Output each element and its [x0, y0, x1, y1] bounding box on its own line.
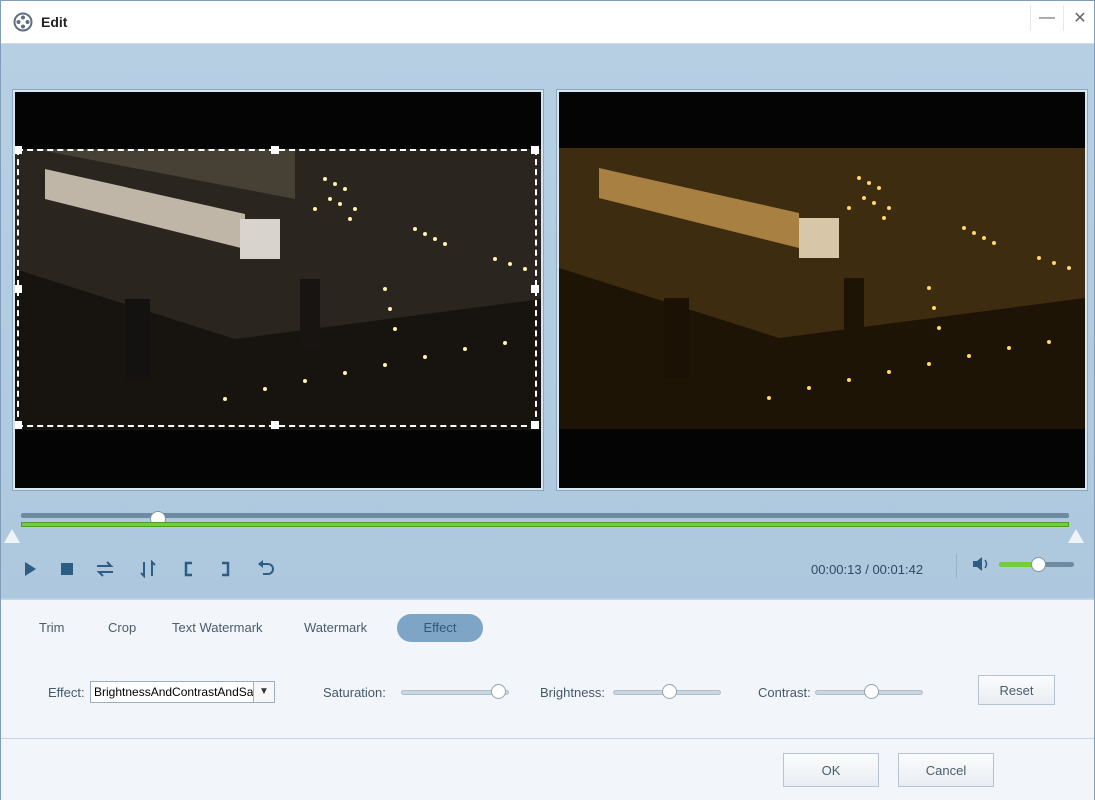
output-video-preview	[557, 90, 1087, 490]
edit-options-panel: Trim Crop Text Watermark Watermark Effec…	[1, 599, 1094, 800]
crop-handle-right[interactable]	[531, 285, 539, 293]
crop-handle-bottom-right[interactable]	[531, 421, 539, 429]
tab-text-watermark[interactable]: Text Watermark	[158, 614, 277, 642]
mark-in-icon	[182, 561, 194, 577]
swap-button[interactable]	[94, 558, 116, 580]
effect-select-value: BrightnessAndContrastAndSa	[94, 685, 254, 699]
flip-icon	[139, 560, 157, 578]
effect-select[interactable]: BrightnessAndContrastAndSa ▼	[90, 681, 275, 703]
stop-button[interactable]	[56, 558, 78, 580]
chevron-down-icon[interactable]: ▼	[253, 682, 274, 702]
brightness-knob[interactable]	[662, 684, 677, 699]
crop-handle-left[interactable]	[15, 285, 22, 293]
flip-button[interactable]	[137, 558, 159, 580]
volume-knob[interactable]	[1030, 557, 1046, 572]
play-icon	[22, 561, 38, 577]
mark-in-button[interactable]	[177, 558, 199, 580]
reset-button[interactable]: Reset	[978, 675, 1055, 705]
tab-crop[interactable]: Crop	[94, 614, 150, 642]
edit-window: Edit — ✕ 00:00:13 / 00:01:42 Trim Crop T…	[0, 0, 1095, 800]
title-bar: Edit — ✕	[1, 1, 1094, 44]
play-button[interactable]	[19, 558, 41, 580]
timeline[interactable]	[21, 510, 1071, 532]
brightness-slider[interactable]	[613, 684, 721, 699]
crop-handle-bottom-left[interactable]	[15, 421, 22, 429]
minimize-button[interactable]: —	[1030, 5, 1063, 31]
window-title: Edit	[41, 14, 68, 30]
crop-handle-top[interactable]	[271, 146, 279, 154]
tab-watermark[interactable]: Watermark	[290, 614, 381, 642]
original-video-preview	[13, 90, 543, 490]
undo-icon	[257, 560, 275, 578]
volume-separator	[956, 554, 957, 578]
footer-divider	[1, 738, 1094, 739]
mark-out-button[interactable]	[215, 558, 237, 580]
tab-trim[interactable]: Trim	[25, 614, 79, 642]
trim-start-marker[interactable]	[4, 529, 20, 543]
crop-selection-box[interactable]	[15, 146, 539, 429]
contrast-label: Contrast:	[758, 685, 811, 700]
swap-icon	[95, 561, 115, 577]
trim-end-marker[interactable]	[1068, 529, 1084, 543]
output-video-frame	[559, 148, 1085, 429]
mark-out-icon	[220, 561, 232, 577]
time-display: 00:00:13 / 00:01:42	[811, 562, 924, 577]
trim-range-bar[interactable]	[21, 522, 1069, 527]
volume-slider[interactable]	[999, 557, 1074, 572]
crop-handle-top-left[interactable]	[15, 146, 22, 154]
crop-handle-bottom[interactable]	[271, 421, 279, 429]
seek-bar[interactable]	[21, 511, 1069, 527]
effect-label: Effect:	[48, 685, 85, 700]
speaker-icon[interactable]	[971, 555, 993, 575]
contrast-slider[interactable]	[815, 684, 923, 699]
saturation-knob[interactable]	[491, 684, 507, 699]
saturation-slider[interactable]	[401, 684, 509, 699]
cancel-button[interactable]: Cancel	[898, 753, 994, 787]
preview-area: 00:00:13 / 00:01:42	[1, 44, 1094, 598]
stop-icon	[60, 562, 74, 576]
crop-handle-top-right[interactable]	[531, 146, 539, 154]
film-reel-icon	[13, 12, 33, 32]
brightness-label: Brightness:	[540, 685, 606, 700]
tab-effect[interactable]: Effect	[397, 614, 483, 642]
undo-button[interactable]	[255, 558, 277, 580]
contrast-knob[interactable]	[864, 684, 879, 699]
close-button[interactable]: ✕	[1063, 5, 1095, 31]
ok-button[interactable]: OK	[783, 753, 879, 787]
saturation-label: Saturation:	[323, 685, 386, 700]
